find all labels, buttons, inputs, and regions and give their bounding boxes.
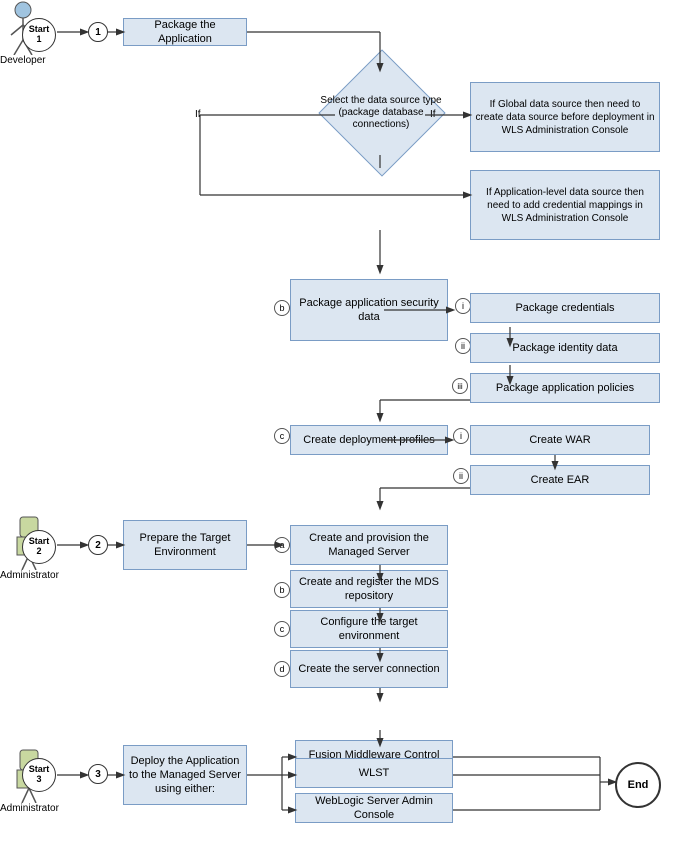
package-application-label: Package the Application bbox=[128, 18, 242, 47]
configure-target-box: Configure the target environment bbox=[290, 610, 448, 648]
step3-label: 3 bbox=[95, 769, 101, 780]
label-c2-text: c bbox=[280, 624, 285, 634]
end-label: End bbox=[628, 779, 649, 791]
note-global-label: If Global data source then need to creat… bbox=[475, 98, 655, 137]
wlst-box: WLST bbox=[295, 758, 453, 788]
create-register-box: Create and register the MDS repository bbox=[290, 570, 448, 608]
note-global-box: If Global data source then need to creat… bbox=[470, 82, 660, 152]
create-ear-box: Create EAR bbox=[470, 465, 650, 495]
package-policies-label: Package application policies bbox=[496, 381, 634, 395]
label-b2-text: b bbox=[279, 585, 284, 595]
create-register-label: Create and register the MDS repository bbox=[295, 575, 443, 604]
label-a2-text: a bbox=[279, 540, 284, 550]
package-identity-box: Package identity data bbox=[470, 333, 660, 363]
step1-label: 1 bbox=[95, 27, 101, 38]
label-c: c bbox=[274, 428, 290, 444]
step1-circle: 1 bbox=[88, 22, 108, 42]
if-right-label: If bbox=[430, 109, 436, 120]
create-war-box: Create WAR bbox=[470, 425, 650, 455]
start1-circle: Start1 bbox=[22, 18, 56, 52]
note-applevel-box: If Application-level data source then ne… bbox=[470, 170, 660, 240]
create-war-label: Create WAR bbox=[529, 433, 590, 447]
package-security-box: Package application security data bbox=[290, 279, 448, 341]
package-credentials-label: Package credentials bbox=[515, 301, 614, 315]
admin1-label: Administrator bbox=[0, 570, 59, 581]
package-application-box: Package the Application bbox=[123, 18, 247, 46]
label-i: i bbox=[455, 298, 471, 314]
label-b-text: b bbox=[279, 303, 284, 313]
create-server-label: Create the server connection bbox=[298, 662, 439, 676]
start2-label: Start2 bbox=[29, 537, 50, 557]
if-left-label: If bbox=[195, 109, 201, 120]
label-i2: i bbox=[453, 428, 469, 444]
start1-label: Start1 bbox=[29, 25, 50, 45]
start2-circle: Start2 bbox=[22, 530, 56, 564]
admin2-label: Administrator bbox=[0, 803, 59, 814]
start3-circle: Start3 bbox=[22, 758, 56, 792]
label-b: b bbox=[274, 300, 290, 316]
prepare-target-box: Prepare the Target Environment bbox=[123, 520, 247, 570]
note-applevel-label: If Application-level data source then ne… bbox=[475, 186, 655, 225]
create-ear-label: Create EAR bbox=[531, 473, 590, 487]
create-deployment-label: Create deployment profiles bbox=[303, 433, 434, 447]
package-policies-box: Package application policies bbox=[470, 373, 660, 403]
deploy-application-box: Deploy the Application to the Managed Se… bbox=[123, 745, 247, 805]
label-ii-text: ii bbox=[461, 341, 465, 351]
package-credentials-box: Package credentials bbox=[470, 293, 660, 323]
label-b2: b bbox=[274, 582, 290, 598]
step3-circle: 3 bbox=[88, 764, 108, 784]
label-c2: c bbox=[274, 621, 290, 637]
wlst-label: WLST bbox=[359, 766, 390, 780]
label-ii: ii bbox=[455, 338, 471, 354]
developer-label: Developer bbox=[0, 55, 46, 66]
select-datasource-label: Select the data source type (package dat… bbox=[316, 68, 446, 158]
package-identity-label: Package identity data bbox=[512, 341, 617, 355]
end-circle: End bbox=[615, 762, 661, 808]
label-i2-text: i bbox=[460, 431, 462, 441]
prepare-target-label: Prepare the Target Environment bbox=[128, 531, 242, 560]
label-c-text: c bbox=[280, 431, 285, 441]
label-iii-text: iii bbox=[457, 382, 462, 391]
configure-target-label: Configure the target environment bbox=[295, 615, 443, 644]
weblogic-admin-box: WebLogic Server Admin Console bbox=[295, 793, 453, 823]
label-d2-text: d bbox=[279, 664, 284, 674]
package-security-label: Package application security data bbox=[295, 296, 443, 325]
create-server-box: Create the server connection bbox=[290, 650, 448, 688]
start3-label: Start3 bbox=[29, 765, 50, 785]
label-a2: a bbox=[274, 537, 290, 553]
create-provision-box: Create and provision the Managed Server bbox=[290, 525, 448, 565]
label-iii: iii bbox=[452, 378, 468, 394]
label-i-text: i bbox=[462, 301, 464, 311]
label-d2: d bbox=[274, 661, 290, 677]
create-deployment-box: Create deployment profiles bbox=[290, 425, 448, 455]
label-ii2: ii bbox=[453, 468, 469, 484]
step2-circle: 2 bbox=[88, 535, 108, 555]
create-provision-label: Create and provision the Managed Server bbox=[295, 531, 443, 560]
step2-label: 2 bbox=[95, 540, 101, 551]
weblogic-admin-label: WebLogic Server Admin Console bbox=[300, 794, 448, 823]
label-ii2-text: ii bbox=[459, 471, 463, 481]
deploy-application-label: Deploy the Application to the Managed Se… bbox=[128, 754, 242, 797]
